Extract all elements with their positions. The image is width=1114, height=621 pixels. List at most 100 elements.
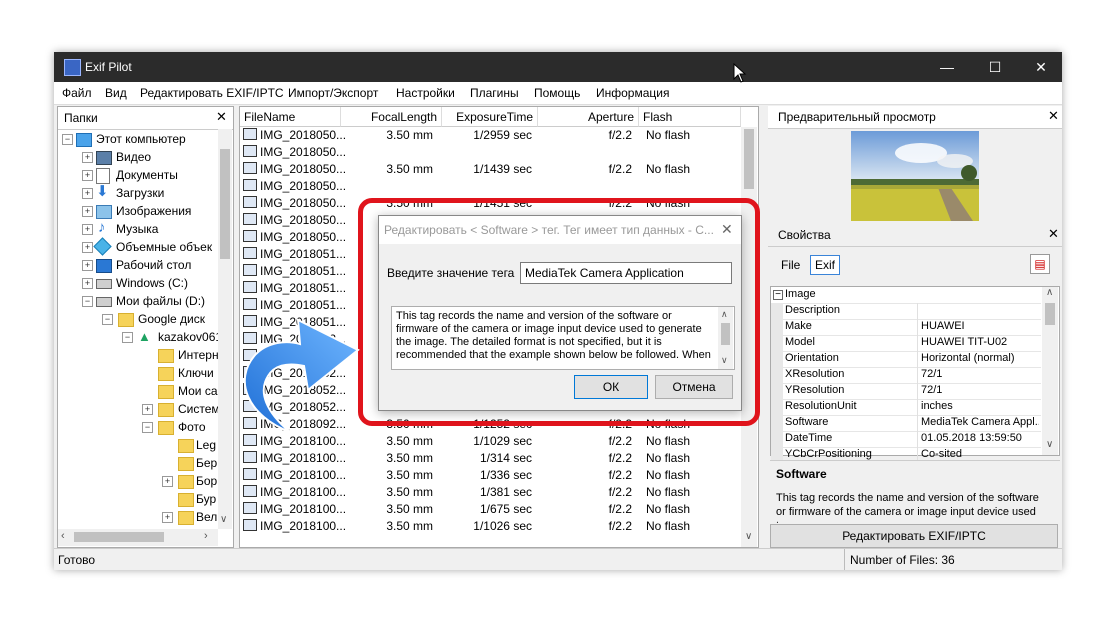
column-header-focal-length[interactable]: FocalLength <box>341 107 442 127</box>
expand-icon[interactable]: + <box>142 404 153 415</box>
table-cell: 1/336 sec <box>479 468 532 482</box>
menu-plugins[interactable]: Плагины <box>470 86 519 100</box>
expand-icon[interactable]: + <box>82 224 93 235</box>
close-button[interactable]: ✕ <box>1018 52 1062 82</box>
properties-scrollbar[interactable]: ∧ ∨ <box>1042 287 1058 455</box>
table-row[interactable]: IMG_2018100... 3.50 mm 1/381 sec f/2.2 No fl… <box>240 484 740 501</box>
property-row[interactable]: YResolution 72/1 <box>771 383 1041 400</box>
menu-file[interactable]: Файл <box>62 86 92 100</box>
report-icon[interactable]: ▤ <box>1030 254 1050 274</box>
property-row[interactable]: Software MediaTek Camera Appl... <box>771 415 1041 432</box>
property-row[interactable]: XResolution 72/1 <box>771 367 1041 384</box>
menu-info[interactable]: Информация <box>596 86 669 100</box>
scrollbar-thumb[interactable] <box>74 532 164 542</box>
menu-help[interactable]: Помощь <box>534 86 580 100</box>
expand-icon[interactable]: + <box>82 170 93 181</box>
dialog-close-button[interactable]: ✕ <box>721 221 733 238</box>
table-cell: 3.50 mm <box>386 468 433 482</box>
expand-icon[interactable]: + <box>82 260 93 271</box>
menu-settings[interactable]: Настройки <box>396 86 455 100</box>
expand-icon[interactable]: + <box>82 242 93 253</box>
collapse-icon[interactable]: − <box>62 134 73 145</box>
minimize-button[interactable]: — <box>924 52 970 82</box>
scroll-down-icon[interactable]: ∨ <box>721 355 728 366</box>
image-file-icon <box>243 468 257 480</box>
scrollbar-thumb[interactable] <box>220 149 230 259</box>
property-row[interactable]: Model HUAWEI TIT-U02 <box>771 335 1041 352</box>
dialog-title-bar[interactable]: Редактировать < Software > тег. Тег имее… <box>379 216 741 244</box>
title-bar[interactable]: Exif Pilot — ☐ ✕ <box>54 52 1062 82</box>
table-cell: No flash <box>646 162 691 176</box>
maximize-button[interactable]: ☐ <box>972 52 1018 82</box>
ok-button[interactable]: ОК <box>574 375 648 399</box>
edit-exif-button[interactable]: Редактировать EXIF/IPTC <box>770 524 1058 548</box>
table-row[interactable]: IMG_2018050... <box>240 178 740 195</box>
tab-file[interactable]: File <box>781 258 800 272</box>
scrollbar-thumb[interactable] <box>744 129 754 189</box>
row-gutter <box>771 351 783 367</box>
expand-icon[interactable]: + <box>82 152 93 163</box>
google-drive-icon: ▲ <box>138 329 151 344</box>
table-row[interactable]: IMG_2018050... <box>240 144 740 161</box>
close-folders-button[interactable]: ✕ <box>216 109 227 125</box>
expand-icon[interactable]: + <box>82 278 93 289</box>
property-row[interactable]: Make HUAWEI <box>771 319 1041 336</box>
table-cell: IMG_2018050... <box>260 145 347 159</box>
table-row[interactable]: IMG_2018100... 3.50 mm 1/675 sec f/2.2 No fl… <box>240 501 740 518</box>
expand-icon[interactable]: + <box>82 206 93 217</box>
collapse-icon[interactable]: − <box>773 290 783 300</box>
property-row[interactable]: Description <box>771 303 1041 320</box>
collapse-icon[interactable]: − <box>102 314 113 325</box>
scroll-right-icon[interactable]: › <box>204 530 208 542</box>
column-header-filename[interactable]: FileName <box>240 107 341 127</box>
table-row[interactable]: IMG_2018050... 3.50 mm 1/1439 sec f/2.2 No f… <box>240 161 740 178</box>
menu-import-export[interactable]: Импорт/Экспорт <box>288 86 378 100</box>
cancel-button[interactable]: Отмена <box>655 375 733 399</box>
table-row[interactable]: IMG_2018100... 3.50 mm 1/1029 sec f/2.2 No f… <box>240 433 740 450</box>
tab-exif[interactable]: Exif <box>810 255 841 275</box>
property-rows: Description Make HUAWEI Model HUAWEI TIT-U02… <box>771 303 1041 464</box>
table-cell: No flash <box>646 434 691 448</box>
pictures-folder-icon <box>96 205 112 219</box>
close-preview-button[interactable]: ✕ <box>1048 108 1059 124</box>
expand-icon[interactable]: + <box>82 188 93 199</box>
collapse-icon[interactable]: − <box>142 422 153 433</box>
close-properties-button[interactable]: ✕ <box>1048 226 1059 242</box>
scroll-up-icon[interactable]: ∧ <box>1046 287 1053 298</box>
table-row[interactable]: IMG_2018050... 3.50 mm 1/2959 sec f/2.2 No f… <box>240 127 740 144</box>
expand-icon[interactable]: + <box>162 512 173 523</box>
column-header-exposure-time[interactable]: ExposureTime <box>442 107 538 127</box>
column-header-aperture[interactable]: Aperture <box>538 107 639 127</box>
tag-description-text: This tag records the name and version of… <box>396 310 711 361</box>
scrollbar-thumb[interactable] <box>1045 303 1055 325</box>
folders-vertical-scrollbar[interactable]: ∨ <box>218 129 232 529</box>
property-row[interactable]: DateTime 01.05.2018 13:59:50 <box>771 431 1041 448</box>
scroll-down-icon[interactable]: ∨ <box>1046 439 1053 450</box>
property-row[interactable]: Orientation Horizontal (normal) <box>771 351 1041 368</box>
property-row[interactable]: ResolutionUnit inches <box>771 399 1041 416</box>
collapse-icon[interactable]: − <box>122 332 133 343</box>
table-cell: 3.50 mm <box>386 451 433 465</box>
tag-value-input[interactable]: MediaTek Camera Application <box>520 262 732 284</box>
scrollbar-thumb[interactable] <box>721 323 730 345</box>
scroll-left-icon[interactable]: ‹ <box>61 530 65 542</box>
collapse-icon[interactable]: − <box>82 296 93 307</box>
menu-edit-exif[interactable]: Редактировать EXIF/IPTC <box>140 86 284 100</box>
table-row[interactable]: IMG_2018100... 3.50 mm 1/336 sec f/2.2 No fl… <box>240 467 740 484</box>
column-header-flash[interactable]: Flash <box>639 107 741 127</box>
table-row[interactable]: IMG_2018100... 3.50 mm 1/1026 sec f/2.2 No f… <box>240 518 740 535</box>
scroll-up-icon[interactable]: ∧ <box>721 309 728 320</box>
table-row[interactable]: IMG_2018100... 3.50 mm 1/314 sec f/2.2 No fl… <box>240 450 740 467</box>
description-scrollbar[interactable]: ∧ ∨ <box>718 307 733 369</box>
table-cell: IMG_2018100... <box>260 519 347 533</box>
property-section[interactable]: − Image <box>771 287 1041 304</box>
table-cell: IMG_2018050... <box>260 230 347 244</box>
table-cell: 3.50 mm <box>386 485 433 499</box>
folders-horizontal-scrollbar[interactable]: ‹ › <box>58 529 218 546</box>
scroll-down-icon[interactable]: ∨ <box>220 514 227 525</box>
expand-icon[interactable]: + <box>162 476 173 487</box>
scroll-down-icon[interactable]: ∨ <box>745 531 752 542</box>
table-cell: IMG_2018100... <box>260 468 347 482</box>
menu-view[interactable]: Вид <box>105 86 127 100</box>
image-file-icon <box>243 519 257 531</box>
